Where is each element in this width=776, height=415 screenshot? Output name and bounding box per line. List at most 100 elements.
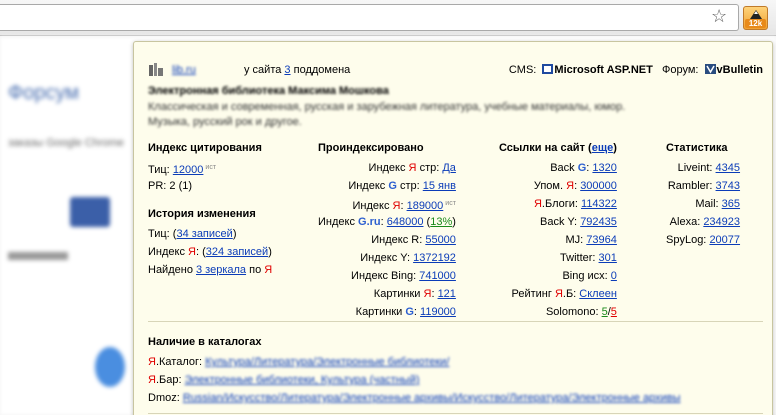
tic-value-link[interactable]: 12000 <box>173 164 204 176</box>
forum-value: vBulletin <box>716 64 763 76</box>
yaca-link[interactable]: Культура/Литература/Электронные библиоте… <box>205 356 449 368</box>
stats-value-link[interactable]: 234923 <box>703 216 740 228</box>
history-index-label: Индекс <box>148 246 185 258</box>
links-value-link[interactable]: 0 <box>611 270 617 282</box>
links-row: Back Y: 792435 <box>499 213 617 231</box>
links-value-link[interactable]: 1320 <box>592 162 616 174</box>
indexed-value-link[interactable]: 1372192 <box>413 252 456 264</box>
citation-title: Индекс цитирования <box>148 142 262 154</box>
history-index-link[interactable]: 324 записей <box>206 246 268 258</box>
yabar-link[interactable]: Электронные библиотеки, Культура (частны… <box>185 374 420 386</box>
links-title: Ссылки на сайт (еще) <box>499 142 617 154</box>
google-mark: G <box>405 306 414 318</box>
citation-column: Индекс цитирования Тиц: 12000 ист PR: 2 (… <box>148 141 272 279</box>
subdomains-count-link[interactable]: 3 <box>284 64 290 76</box>
site-title: Электронная библиотека Максима Мошкова <box>148 85 389 97</box>
indexed-row: Индекс G стр: 15 янв <box>318 177 456 195</box>
pr-row: PR: 2 (1) <box>148 180 193 192</box>
links-label: Back Y: <box>540 216 578 228</box>
forum-label: Форум: <box>662 64 699 76</box>
yandex-mark: Я <box>566 180 575 192</box>
yandex-mark: Я <box>533 198 542 210</box>
stats-value-link[interactable]: 20077 <box>709 234 740 246</box>
links-more-link[interactable]: еще <box>592 142 614 154</box>
indexed-value-link[interactable]: 119000 <box>420 306 456 318</box>
indexed-value-link[interactable]: 121 <box>438 288 456 300</box>
links-value-link[interactable]: 792435 <box>580 216 617 228</box>
google-mark: G <box>577 162 587 174</box>
indexed-label: Индекс <box>318 216 355 228</box>
indexed-value-link[interactable]: 55000 <box>425 234 456 246</box>
indexed-extra-link[interactable]: 13% <box>430 216 452 228</box>
links-value-link[interactable]: 114322 <box>581 198 617 210</box>
cms-label: CMS: <box>508 64 537 76</box>
indexed-column: Проиндексировано Индекс Я стр: Да Индекс … <box>318 141 456 321</box>
stats-label: SpyLog: <box>666 234 707 246</box>
indexed-label: Картинки <box>373 288 421 300</box>
links-row: Рейтинг Я.Б: Склеен <box>499 285 617 303</box>
extension-button[interactable]: 12k <box>743 6 768 30</box>
history-tic-row: Тиц: (34 записей) <box>148 228 237 240</box>
dmoz-label: Dmoz: <box>148 392 180 404</box>
yandex-mark: Я <box>148 356 156 368</box>
subdomains-info: у сайта 3 поддомена <box>244 64 350 76</box>
indexed-value-link[interactable]: Да <box>442 162 456 174</box>
site-name-link[interactable]: lib.ru <box>172 64 196 76</box>
address-bar[interactable] <box>0 4 739 31</box>
links-value-link[interactable]: 300000 <box>580 180 617 192</box>
star-icon[interactable]: ☆ <box>711 6 727 26</box>
indexed-value-link[interactable]: 741000 <box>419 270 456 282</box>
links-row: Я.Блоги: 114322 <box>499 195 617 213</box>
tic-label: Тиц: <box>148 164 170 176</box>
links-column: Ссылки на сайт (еще) Back G: 1320 Упом. Я… <box>499 141 617 321</box>
solomono-b-link[interactable]: 5 <box>611 306 617 318</box>
background-heading: Форсум <box>8 82 79 104</box>
indexed-after: стр: <box>419 162 440 174</box>
background-subtext: заказы Google Chrome <box>8 137 124 149</box>
indexed-label: Индекс Y: <box>360 252 411 264</box>
mirrors-row: Найдено 3 зеркала по Я <box>148 261 272 279</box>
links-row: Bing исх: 0 <box>499 267 617 285</box>
bottom-divider <box>148 413 763 414</box>
indexed-value-link[interactable]: 648000 <box>387 216 424 228</box>
links-row: Twitter: 301 <box>499 249 617 267</box>
indexed-row: Картинки Я: 121 <box>318 285 456 303</box>
indexed-label: Индекс <box>368 162 406 174</box>
tic-sup: ист <box>205 164 217 171</box>
history-index-row: Индекс Я: (324 записей) <box>148 246 272 258</box>
links-value-link[interactable]: 301 <box>599 252 617 264</box>
background-line <box>8 252 68 260</box>
links-label: Упом. <box>533 180 564 192</box>
mirrors-label: Найдено <box>148 264 193 276</box>
stats-value-link[interactable]: 4345 <box>716 162 740 174</box>
dmoz-link[interactable]: Russian/Искусство/Литература/Электронные… <box>183 392 681 404</box>
history-tic-link[interactable]: 34 записей <box>176 228 232 240</box>
tic-row: Тиц: 12000 ист <box>148 159 272 177</box>
mirrors-link[interactable]: 3 зеркала <box>196 264 246 276</box>
indexed-value-link[interactable]: 189000 <box>407 200 444 212</box>
stats-value-link[interactable]: 3743 <box>716 180 740 192</box>
links-after: .Б: <box>562 288 577 300</box>
indexed-sup: ист <box>445 200 456 207</box>
links-label: Bing исх: <box>562 270 608 282</box>
links-row: MJ: 73964 <box>499 231 617 249</box>
history-title: История изменения <box>148 208 256 220</box>
links-after: .Блоги: <box>541 198 578 210</box>
subdomains-prefix: у сайта <box>244 64 282 76</box>
google-mark: G.ru <box>358 216 381 228</box>
indexed-label: Индекс Bing: <box>351 270 417 282</box>
subdomains-suffix: поддомена <box>293 64 351 76</box>
indexed-title: Проиндексировано <box>318 142 424 154</box>
stats-row: Alexa: 234923 <box>666 213 740 231</box>
links-value-link[interactable]: Склеен <box>579 288 617 300</box>
links-value-link[interactable]: 73964 <box>586 234 617 246</box>
indexed-value-link[interactable]: 15 янв <box>423 180 456 192</box>
stats-label: Mail: <box>695 198 719 210</box>
seo-popup: lib.ru у сайта 3 поддомена CMS: Microsof… <box>133 41 773 415</box>
stats-value-link[interactable]: 365 <box>722 198 740 210</box>
popup-header: lib.ru у сайта 3 поддомена CMS: Microsof… <box>148 62 763 78</box>
indexed-row: Картинки G: 119000 <box>318 303 456 321</box>
google-mark: G <box>388 180 397 192</box>
links-label: Back <box>550 162 575 174</box>
indexed-row: Индекс Bing: 741000 <box>318 267 456 285</box>
